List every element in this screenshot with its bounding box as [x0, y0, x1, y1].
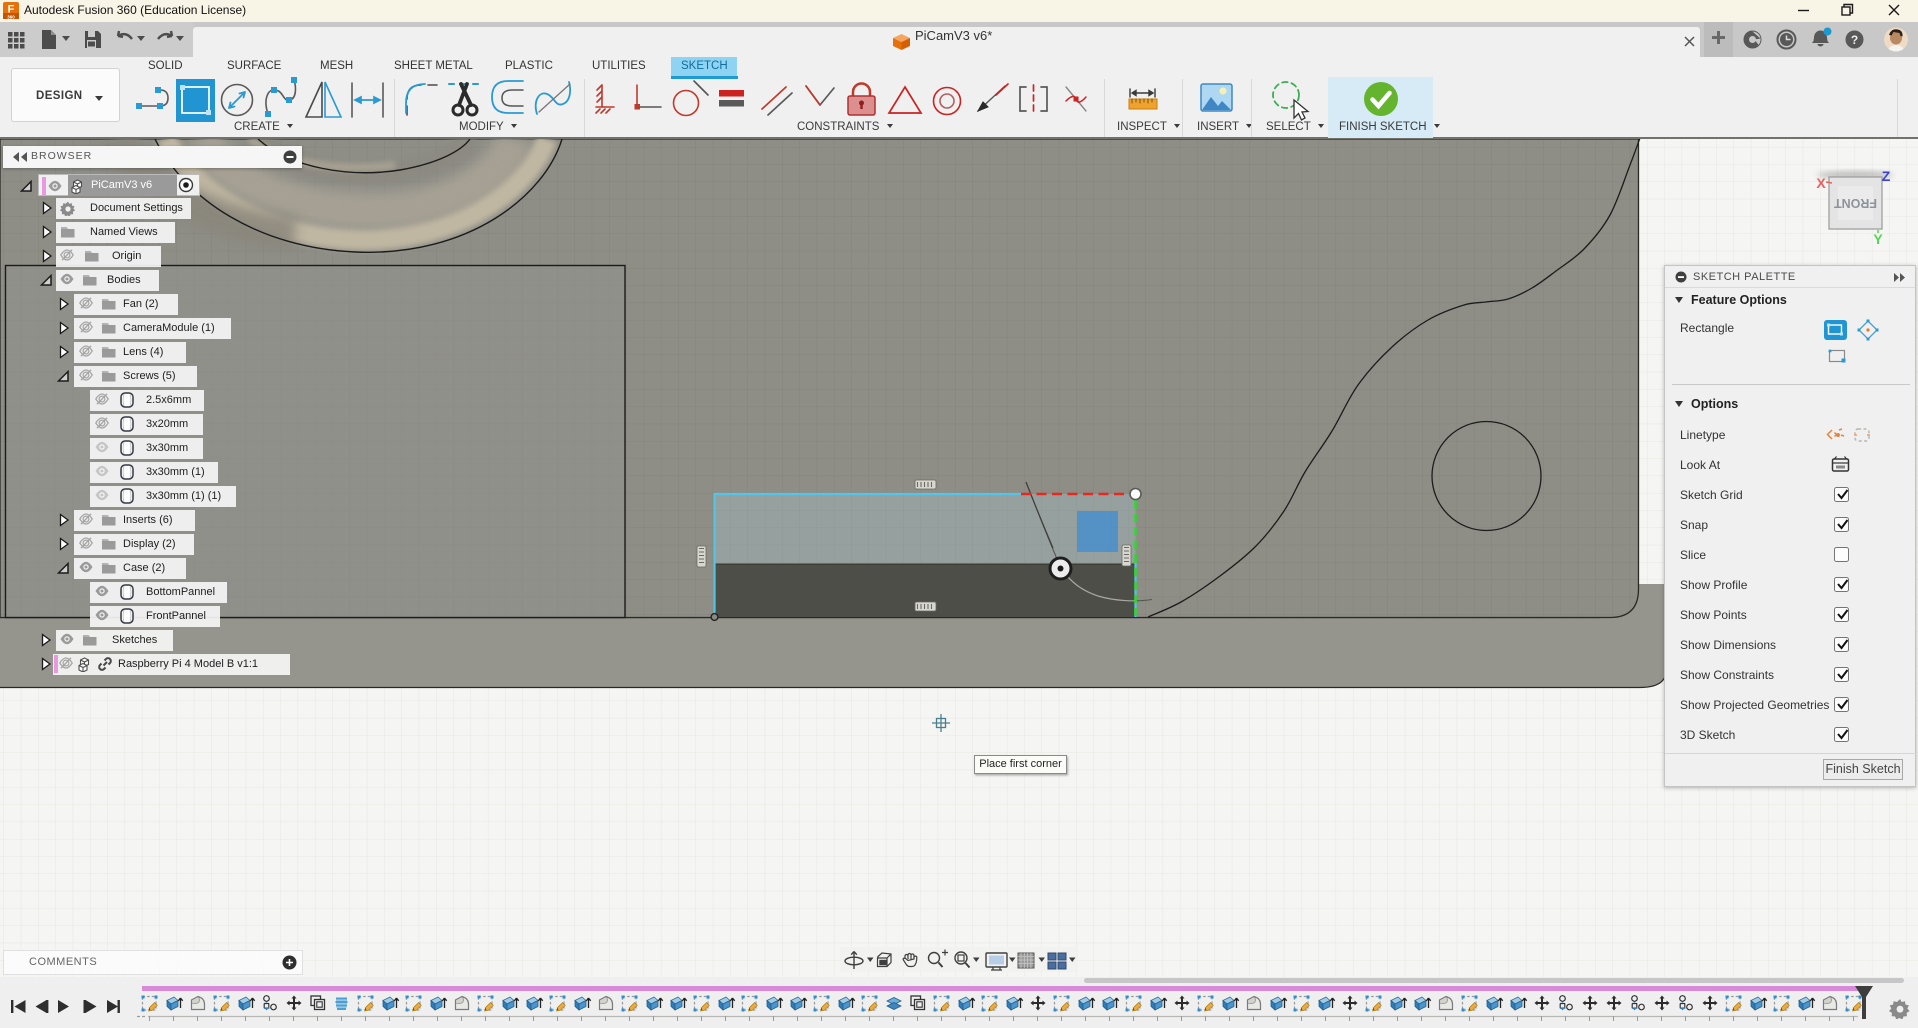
svg-text:FRONT: FRONT: [1834, 196, 1877, 210]
svg-text:?: ?: [1851, 33, 1858, 47]
svg-text:Y: Y: [1873, 231, 1883, 247]
svg-text:Z: Z: [1882, 168, 1891, 184]
svg-text:X: X: [1816, 175, 1826, 191]
